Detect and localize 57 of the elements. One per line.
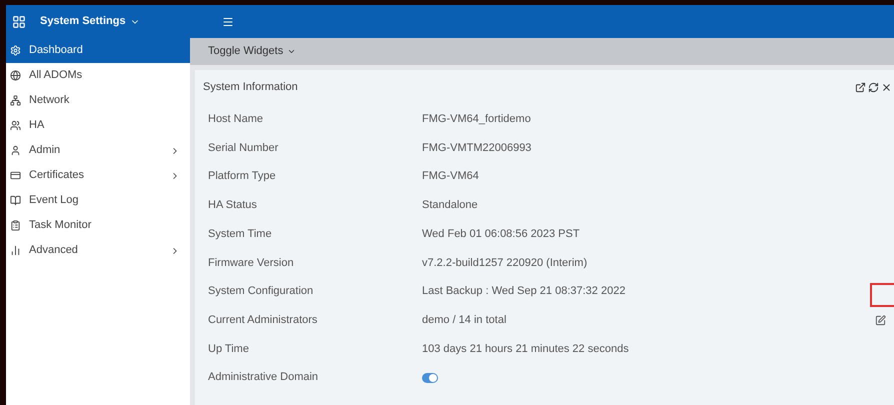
- info-value: 103 days 21 hours 21 minutes 22 seconds: [422, 342, 629, 357]
- system-settings-menu[interactable]: System Settings: [40, 13, 140, 30]
- info-value: demo / 14 in total: [422, 312, 506, 328]
- external-link-icon[interactable]: [855, 82, 866, 93]
- info-label: Platform Type: [208, 169, 277, 184]
- sidebar-item-label: Task Monitor: [29, 218, 92, 234]
- info-label: Host Name: [208, 112, 264, 128]
- info-value: Last Backup : Wed Sep 21 08:37:32 2022: [422, 284, 626, 300]
- clipboard-icon: [10, 220, 21, 231]
- bar-chart-icon: [10, 245, 21, 256]
- sidebar-item-label: Dashboard: [29, 43, 84, 58]
- globe-icon: [10, 70, 21, 81]
- info-label: System Time: [208, 226, 273, 242]
- sidebar-item[interactable]: Dashboard: [6, 38, 190, 63]
- sidebar-item[interactable]: Certificates: [6, 163, 190, 188]
- close-icon[interactable]: [881, 82, 892, 93]
- card-icon: [10, 170, 21, 181]
- info-value: Standalone: [422, 198, 478, 214]
- sidebar-item-label: Admin: [29, 143, 62, 158]
- info-label: Administrative Domain: [208, 370, 320, 386]
- info-value: FMG-VM64_fortidemo: [422, 112, 531, 128]
- network-icon: [10, 95, 21, 106]
- sidebar-item-label: Certificates: [29, 168, 86, 184]
- sidebar-item-label: HA: [29, 118, 46, 134]
- info-value: Wed Feb 01 06:08:56 2023 PST: [422, 226, 580, 242]
- sidebar-item[interactable]: Admin: [6, 138, 190, 163]
- toggle-widgets-button[interactable]: Toggle Widgets: [208, 43, 296, 60]
- sidebar-item-label: Advanced: [29, 243, 79, 258]
- menu-icon[interactable]: [222, 16, 234, 28]
- book-icon: [10, 195, 21, 206]
- app-grid-icon[interactable]: [12, 14, 26, 28]
- gear-icon: [10, 45, 21, 56]
- info-label: Firmware Version: [208, 256, 295, 271]
- info-label: Up Time: [208, 342, 250, 357]
- sidebar-item[interactable]: HA: [6, 113, 190, 138]
- info-label: HA Status: [208, 198, 258, 214]
- info-label: Current Administrators: [208, 312, 318, 328]
- toggle-switch[interactable]: [422, 372, 438, 383]
- sidebar-item[interactable]: Advanced: [6, 238, 190, 263]
- sidebar-item[interactable]: Task Monitor: [6, 213, 190, 238]
- info-value: FMG-VM64: [422, 169, 479, 184]
- info-label: System Configuration: [208, 284, 314, 300]
- sidebar-item-label: Network: [29, 93, 70, 108]
- sidebar-item[interactable]: Event Log: [6, 188, 190, 213]
- sidebar-item-label: Event Log: [29, 193, 80, 208]
- info-value: FMG-VMTM22006993: [422, 140, 532, 156]
- sidebar-item[interactable]: Network: [6, 88, 190, 113]
- user-icon: [10, 145, 21, 156]
- sidebar-item[interactable]: All ADOMs: [6, 63, 190, 88]
- caret-icon: [287, 47, 296, 56]
- refresh-icon[interactable]: [868, 82, 879, 93]
- users-icon: [10, 120, 21, 131]
- info-label: Serial Number: [208, 140, 280, 156]
- info-value: v7.2.2-build1257 220920 (Interim): [422, 256, 588, 271]
- edit-icon[interactable]: [875, 314, 886, 326]
- sidebar-item-label: All ADOMs: [29, 68, 84, 84]
- widget-title: System Information: [203, 80, 299, 96]
